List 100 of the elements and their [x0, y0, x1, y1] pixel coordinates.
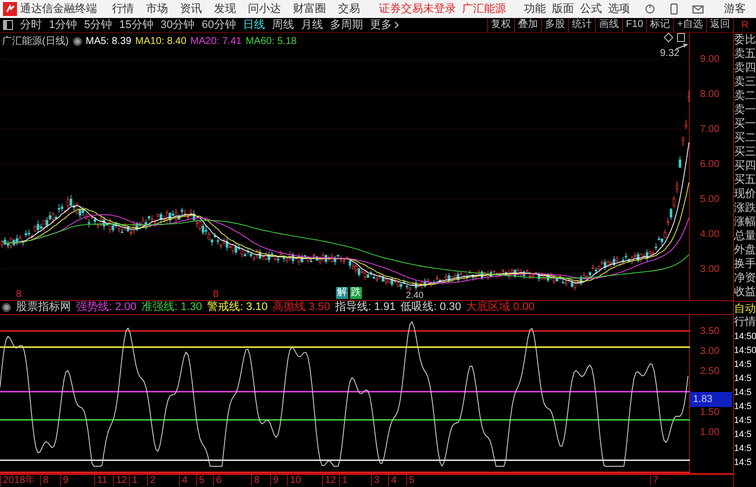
chart-tool-button[interactable]: 复权: [486, 18, 514, 32]
chart-tool-button[interactable]: 多股: [540, 18, 568, 32]
indicator-value: 强势线: 2.00: [76, 300, 137, 316]
axis-label: 1.50: [700, 406, 720, 420]
quote-label: 涨幅: [734, 215, 756, 229]
app-title: 通达信金融终端: [20, 2, 97, 17]
chart-tool-button[interactable]: 叠加: [514, 18, 541, 32]
quote-label: 现价: [734, 187, 756, 201]
date-label: 1: [339, 475, 348, 486]
date-label: 9: [60, 475, 69, 486]
trade-time: 14:5: [734, 400, 753, 413]
menu-item[interactable]: 财富圈: [292, 0, 327, 18]
period-tab[interactable]: 月线: [301, 20, 323, 30]
date-label: 10: [287, 475, 302, 486]
date-label: 1: [129, 475, 138, 486]
date-label: 2018年: [0, 475, 36, 486]
date-label: 5: [406, 475, 415, 486]
menu-item[interactable]: 问小达: [247, 0, 282, 18]
menu-item[interactable]: 行情: [111, 0, 135, 18]
period-tab[interactable]: 5分钟: [84, 20, 112, 30]
period-tab[interactable]: 30分钟: [160, 20, 195, 30]
axis-label: 3.00: [700, 345, 720, 360]
indicator-value: 准强线: 1.30: [142, 300, 202, 316]
menu-item[interactable]: 选项: [608, 0, 630, 18]
quote-label: 买五: [734, 173, 756, 187]
menu-item[interactable]: 资讯: [179, 0, 203, 18]
chart-tool-button[interactable]: +自选: [673, 18, 706, 32]
menu-item[interactable]: 发现: [213, 0, 237, 18]
ma-value: MA10: 8.40: [135, 35, 186, 49]
period-tab[interactable]: 多周期: [330, 20, 363, 30]
quote-label: 净资: [734, 271, 756, 285]
date-label: 12: [322, 475, 336, 486]
chart-tool-button[interactable]: F10: [622, 18, 646, 32]
date-label: 4: [179, 475, 188, 486]
indicator-value: 低吸线: 0.30: [400, 300, 462, 316]
trade-time: 14:5: [734, 414, 753, 427]
period-tab[interactable]: 日线: [243, 20, 265, 30]
auto-mode-label[interactable]: 自动: [734, 301, 756, 315]
signal-badge: 跌: [350, 287, 362, 299]
ma-value: MA60: 5.18: [246, 35, 297, 49]
trade-time: 14:5: [734, 358, 753, 371]
axis-label: 6.00: [700, 158, 720, 172]
quote-label: 买一: [734, 117, 756, 131]
quote-label: 卖一: [734, 103, 756, 117]
ma-value: MA20: 7.41: [190, 35, 242, 49]
current-value-label: 1.83: [690, 392, 732, 408]
menu-item[interactable]: 市场: [145, 0, 169, 18]
quote-label: 涨跌: [734, 201, 756, 215]
date-label: 9: [270, 475, 279, 486]
indicator-value: 指导线: 1.91: [335, 300, 396, 316]
quote-label: 卖五: [734, 47, 756, 61]
chart-tool-button[interactable]: 画线: [594, 18, 622, 32]
indicator-title: 股票指标网: [16, 300, 71, 316]
trade-time: 14:50: [734, 330, 756, 343]
quote-label: 卖二: [734, 89, 756, 103]
trade-time: 14:5: [734, 456, 753, 469]
quote-label: 总量: [734, 229, 756, 243]
indicator-value: 大底区域 0.00: [466, 300, 535, 316]
quote-tab[interactable]: 行情: [734, 315, 756, 329]
axis-label: 3.00: [700, 263, 720, 277]
indicator-value: 高抛线 3.50: [272, 300, 330, 316]
date-label: 11: [94, 475, 108, 486]
menu-item[interactable]: 公式: [580, 0, 602, 18]
trade-time: 14:5: [734, 428, 753, 441]
chart-tool-button[interactable]: 统计: [568, 18, 595, 32]
period-tab[interactable]: 15分钟: [119, 20, 154, 30]
signal-badge: 解: [336, 287, 348, 299]
trade-time: 14:50: [734, 344, 756, 357]
chart-tool-button[interactable]: 返回: [706, 18, 733, 32]
date-label: 6: [213, 475, 222, 486]
chart-title: 广汇能源(日线): [2, 34, 69, 49]
date-label: 4: [388, 475, 397, 486]
menu-item[interactable]: 交易: [337, 0, 361, 18]
axis-label: 7.00: [700, 123, 720, 137]
quote-label: 换手: [734, 257, 756, 271]
indicator-value: 警戒线: 3.10: [207, 300, 268, 316]
quote-label: 买二: [734, 131, 756, 145]
date-label: 8: [251, 475, 260, 486]
chart-tool-button[interactable]: 标记: [646, 18, 674, 32]
menu-item[interactable]: 功能: [524, 0, 546, 18]
axis-label: 8.00: [700, 88, 720, 102]
axis-label: 9.00: [700, 53, 720, 67]
ma-value: MA5: 8.39: [86, 35, 132, 49]
period-tab[interactable]: 周线: [272, 20, 294, 30]
period-tab[interactable]: 分时: [20, 20, 42, 30]
high-price-label: 9.32: [660, 47, 680, 61]
quote-label: 买四: [734, 159, 756, 173]
menu-item[interactable]: 版面: [552, 0, 574, 18]
date-label: 5: [196, 475, 205, 486]
period-tab[interactable]: 更多: [370, 20, 392, 30]
date-label: 8: [40, 475, 49, 486]
period-tab[interactable]: 1分钟: [49, 20, 78, 30]
user-name[interactable]: 游客: [724, 0, 746, 18]
login-notice: 证券交易未登录: [379, 2, 456, 17]
period-tab[interactable]: 60分钟: [202, 20, 236, 30]
date-label: 12: [113, 475, 128, 486]
date-label: 2: [147, 475, 156, 486]
axis-label: 4.00: [700, 228, 720, 242]
stock-link[interactable]: 广汇能源: [462, 0, 506, 18]
axis-label: 2.50: [700, 365, 720, 380]
